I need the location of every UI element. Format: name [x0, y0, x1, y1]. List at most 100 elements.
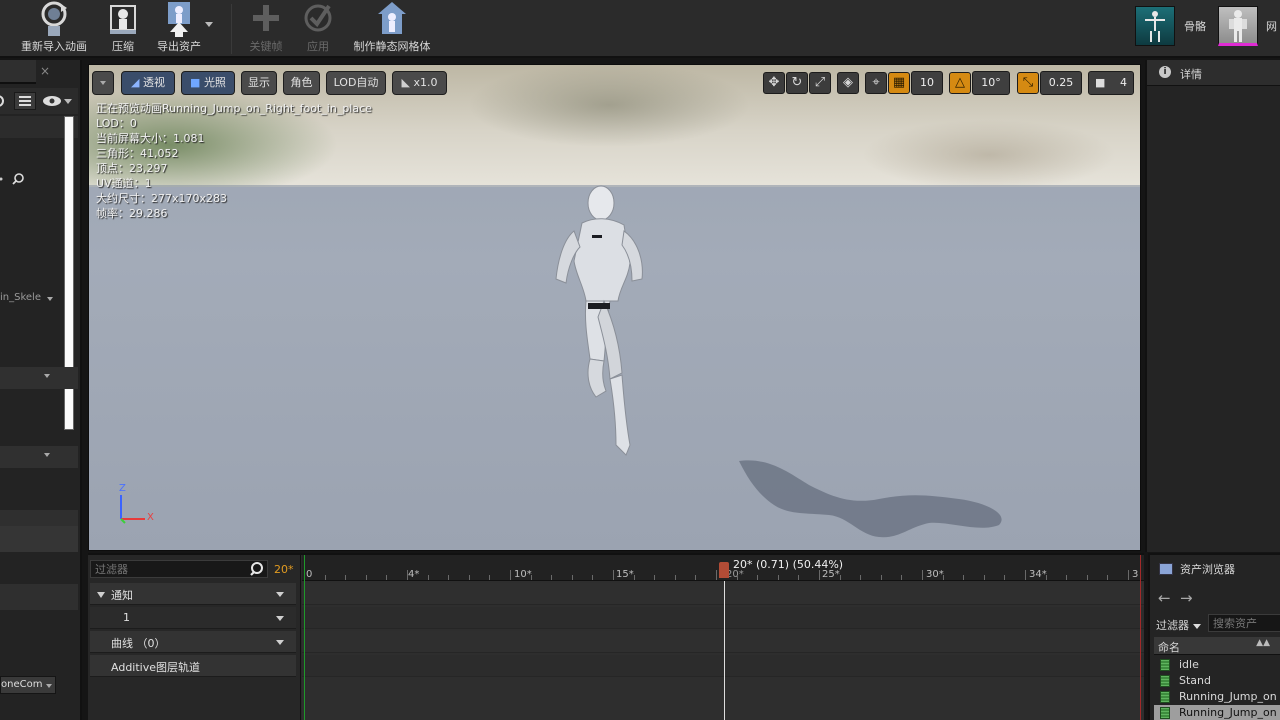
grid-snap-value[interactable]: 10 — [911, 71, 943, 95]
scale-tool-icon[interactable]: ⤢ — [809, 72, 831, 94]
expand-arrow-icon[interactable] — [97, 592, 105, 598]
skeleton-asset-combo[interactable]: in_Skele — [0, 290, 56, 308]
mesh-thumbnail[interactable] — [1218, 6, 1258, 46]
animation-sequence-icon — [1160, 691, 1170, 703]
timeline-area[interactable]: 0 4* 10* 15* 20* 25* 30* 34* 3 20* (0.71… — [302, 555, 1144, 720]
ruler-tick — [983, 575, 985, 580]
skeleton-tree-toolbar — [0, 88, 78, 114]
ruler-tick — [757, 575, 759, 580]
lighting-button[interactable]: ■ 光照 — [181, 71, 235, 95]
playhead-scrubber[interactable] — [719, 562, 729, 578]
notifies-track-row[interactable]: 通知 — [90, 583, 296, 605]
curves-track-row[interactable]: 曲线 （0） — [90, 631, 296, 653]
ruler-tick — [407, 570, 408, 580]
list-view-icon[interactable] — [14, 92, 36, 110]
reimport-animation-button[interactable]: 重新导入动画 — [16, 0, 92, 58]
close-icon[interactable]: × — [40, 64, 50, 78]
ruler-tick — [880, 575, 882, 580]
ruler-tick — [1086, 575, 1088, 580]
compress-button[interactable]: 压缩 — [102, 0, 144, 58]
ruler-tick — [633, 575, 635, 580]
notifies-lane[interactable] — [302, 583, 1144, 605]
local-world-cube-icon[interactable]: ◈ — [837, 72, 859, 94]
apply-button[interactable]: 应用 — [298, 0, 338, 58]
rotate-tool-icon[interactable]: ↻ — [786, 72, 808, 94]
search-icon[interactable] — [0, 172, 30, 186]
lit-sphere-icon: ■ — [190, 76, 204, 89]
back-arrow-icon[interactable]: ← — [1158, 589, 1171, 607]
track-list: 20* 通知 1 曲线 （0） Additive图层轨道 — [88, 555, 301, 720]
anim-sequence-panel: 20* 通知 1 曲线 （0） Additive图层轨道 0 4* 10* 15… — [88, 553, 1144, 720]
skeleton-thumbnail[interactable] — [1135, 6, 1175, 46]
approx-size-text: 大约尺寸：277x170x283 — [96, 192, 228, 205]
asset-list-item[interactable]: Running_Jump_on — [1154, 689, 1280, 705]
scale-snap-value[interactable]: 0.25 — [1040, 71, 1082, 95]
ruler-tick — [798, 575, 800, 580]
ruler-tick — [510, 570, 511, 580]
eye-visibility-icon[interactable] — [42, 95, 72, 107]
speed-icon: ◣ — [401, 76, 414, 89]
frame-rate-text: 帧率：29.286 — [96, 207, 168, 220]
curves-lane[interactable] — [302, 631, 1144, 653]
details-tab[interactable]: i 详情 — [1147, 60, 1280, 86]
forward-arrow-icon[interactable]: → — [1180, 589, 1193, 607]
ruler-tick-label: 3 — [1132, 569, 1139, 580]
chevron-down-icon — [44, 453, 50, 457]
viewport-options-button[interactable] — [92, 71, 114, 95]
bone-component-combo[interactable]: oneCom — [0, 676, 56, 694]
ruler-tick — [860, 575, 862, 580]
animation-viewport[interactable]: ◢ 透视 ■ 光照 显示 角色 LOD自动 ◣ x1.0 ✥ ↻ ⤢ ◈ ⌖ ▦… — [88, 64, 1141, 551]
viewport-stats-overlay: 正在预览动画Running_Jump_on_Right_foot_in_plac… — [96, 101, 372, 221]
skeleton-tree-tab[interactable] — [0, 60, 36, 84]
grid-snap-icon[interactable]: ▦ — [888, 72, 910, 94]
ruler-tick — [551, 575, 553, 580]
ruler-tick — [942, 575, 944, 580]
export-dropdown-arrow[interactable] — [205, 22, 213, 27]
translate-tool-icon[interactable]: ✥ — [763, 72, 785, 94]
track-filter-input[interactable] — [90, 560, 268, 578]
playhead-time-label: 20* (0.71) (50.44%) — [733, 558, 844, 571]
ruler-tick-label: 34* — [1029, 569, 1047, 580]
search-icon[interactable] — [250, 561, 266, 577]
asset-filter-button[interactable]: 过滤器 — [1156, 617, 1201, 633]
angle-snap-value[interactable]: 10° — [972, 71, 1010, 95]
surface-snap-icon[interactable]: ⌖ — [865, 72, 887, 94]
ruler-tick — [1066, 575, 1068, 580]
playback-speed-button[interactable]: ◣ x1.0 — [392, 71, 447, 95]
settings-icon[interactable] — [0, 93, 6, 109]
asset-search-input[interactable] — [1208, 614, 1280, 632]
perspective-button[interactable]: ◢ 透视 — [121, 71, 175, 95]
skeleton-tree-panel: × in_Skele oneCom — [0, 60, 82, 720]
lod-button[interactable]: LOD自动 — [326, 71, 386, 95]
asset-list-item-selected[interactable]: Running_Jump_on — [1154, 705, 1280, 720]
animation-sequence-icon — [1160, 707, 1170, 719]
chevron-down-icon[interactable] — [276, 616, 284, 621]
export-asset-button[interactable]: 导出资产 — [152, 0, 206, 58]
notify-sublane[interactable] — [302, 607, 1144, 629]
left-panel-row[interactable] — [0, 446, 78, 468]
chevron-down-icon — [47, 297, 53, 301]
notify-subtrack-row[interactable]: 1 — [90, 607, 296, 629]
sort-ascending-icon[interactable]: ▲▲ — [1256, 638, 1270, 648]
make-static-mesh-button[interactable]: 制作静态网格体 — [347, 0, 437, 58]
asset-column-header[interactable]: 命名 ▲▲ — [1154, 637, 1280, 655]
left-panel-row — [0, 510, 78, 526]
chevron-down-icon — [100, 81, 106, 85]
additive-lane[interactable] — [302, 655, 1144, 677]
chevron-down-icon[interactable] — [276, 592, 284, 597]
asset-list-item[interactable]: Stand — [1154, 673, 1280, 689]
camera-speed-button[interactable]: ■ 4 — [1088, 71, 1134, 95]
additive-layer-track-row[interactable]: Additive图层轨道 — [90, 655, 296, 677]
toolbar-separator — [231, 4, 232, 54]
vertex-count-text: 顶点：23,297 — [96, 162, 168, 175]
chevron-down-icon[interactable] — [276, 640, 284, 645]
ruler-tick — [716, 570, 717, 580]
character-button[interactable]: 角色 — [283, 71, 320, 95]
angle-snap-icon[interactable]: △ — [949, 72, 971, 94]
asset-list-item[interactable]: idle — [1154, 657, 1280, 673]
left-panel-row[interactable] — [0, 367, 78, 389]
keyframe-button[interactable]: 关键帧 — [244, 0, 288, 58]
show-button[interactable]: 显示 — [241, 71, 277, 95]
asset-browser-tab[interactable]: 资产浏览器 — [1180, 561, 1235, 577]
scale-snap-icon[interactable]: ⤡ — [1017, 72, 1039, 94]
